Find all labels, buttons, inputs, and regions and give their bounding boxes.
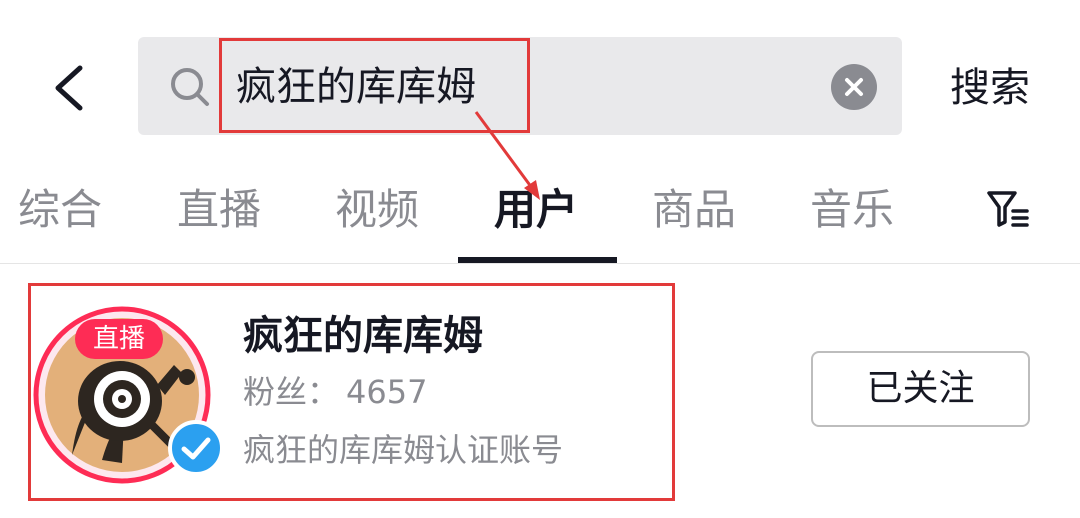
- annotation-user-highlight: [28, 283, 675, 501]
- search-icon: [168, 65, 212, 109]
- back-button[interactable]: [40, 52, 96, 124]
- tab-products[interactable]: 商品: [642, 180, 746, 240]
- filter-icon[interactable]: [985, 186, 1031, 232]
- following-button[interactable]: 已关注: [811, 351, 1030, 427]
- tab-divider: [0, 263, 1080, 264]
- tab-live[interactable]: 直播: [167, 180, 271, 240]
- tab-comprehensive[interactable]: 综合: [8, 180, 112, 240]
- clear-search-button[interactable]: [831, 64, 877, 110]
- clear-icon: [845, 78, 863, 96]
- tab-music[interactable]: 音乐: [800, 180, 904, 240]
- tab-video[interactable]: 视频: [325, 180, 429, 240]
- annotation-arrow-icon: [470, 108, 550, 208]
- back-arrow-icon: [55, 65, 83, 111]
- search-button[interactable]: 搜索: [940, 58, 1040, 118]
